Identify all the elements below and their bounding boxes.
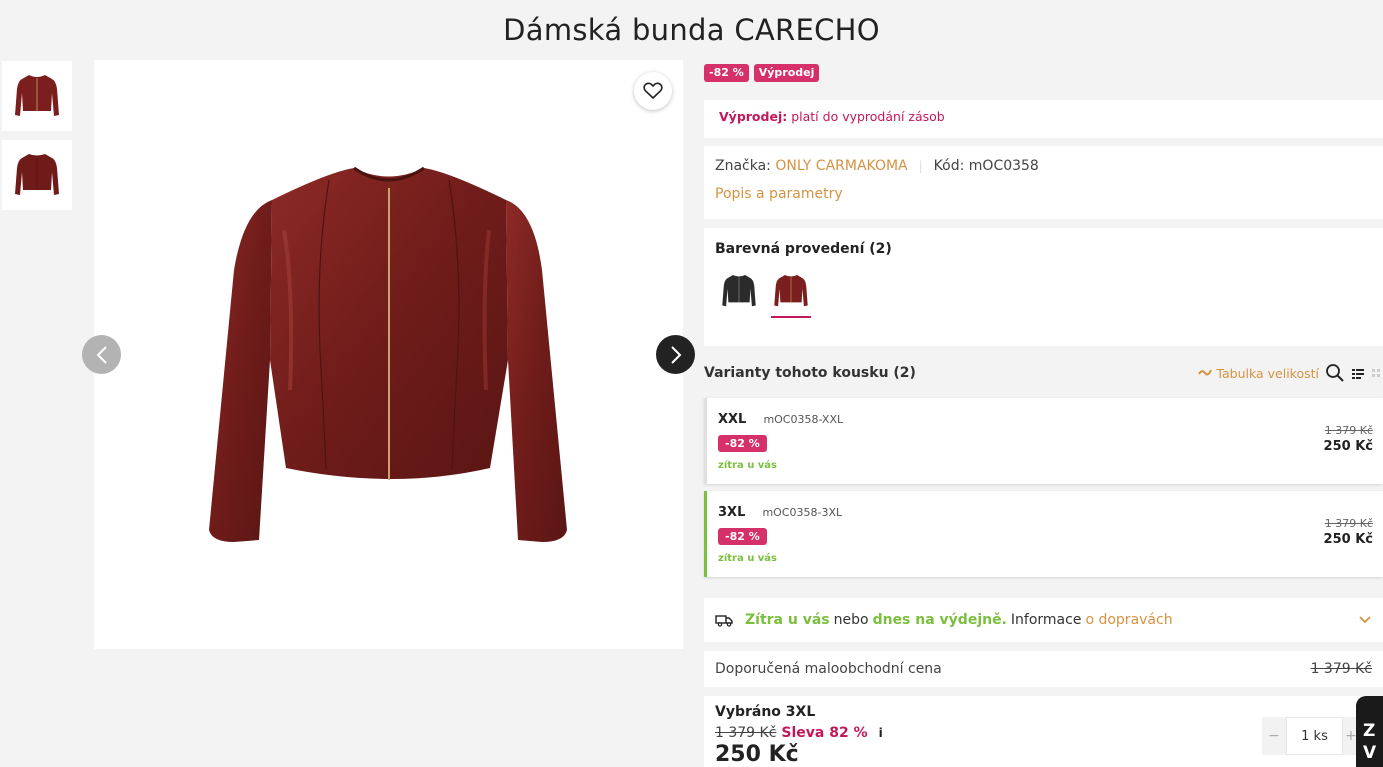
thumbnail-back[interactable] (2, 140, 72, 210)
red-leather-jacket-image (209, 166, 567, 542)
gallery-next-button[interactable] (656, 335, 695, 374)
selected-discount: Sleva 82 % (781, 725, 868, 741)
delivery-or: nebo (833, 612, 869, 628)
brand-link[interactable]: ONLY CARMAKOMA (775, 158, 907, 174)
chat-widget-button[interactable]: Z V (1356, 696, 1383, 767)
variant-size: 3XL (718, 505, 746, 520)
color-swatch-black[interactable] (719, 272, 759, 318)
brand-label: Značka: (715, 158, 771, 174)
size-table-label: Tabulka velikostí (1216, 365, 1319, 381)
delivery-tomorrow: Zítra u vás (745, 612, 830, 628)
discount-badge: -82 % (704, 64, 749, 82)
rrp-value: 1 379 Kč (1310, 661, 1372, 677)
list-view-icon[interactable] (1351, 366, 1365, 380)
selected-old-price: 1 379 Kč (715, 725, 777, 741)
delivery-today-pickup: dnes na výdejně. (872, 612, 1007, 628)
delivery-info[interactable]: Zítra u vás nebo dnes na výdejně. Inform… (704, 598, 1383, 642)
variant-code: mOC0358-XXL (763, 413, 844, 426)
gallery-prev-button[interactable] (82, 335, 121, 374)
product-badges: -82 % Výprodej (704, 64, 820, 82)
heart-icon (643, 82, 663, 100)
brand-info: Značka: ONLY CARMAKOMA | Kód: mOC0358 Po… (704, 146, 1383, 219)
color-variants-title: Barevná provedení (2) (715, 241, 892, 257)
variant-old-price: 1 379 Kč (1324, 517, 1373, 530)
recommended-retail-price: Doporučená maloobchodní cena 1 379 Kč (704, 651, 1383, 687)
rrp-label: Doporučená maloobchodní cena (715, 661, 942, 677)
chat-widget-label: Z V (1363, 721, 1377, 763)
jacket-thumbnail-back-image (15, 154, 59, 195)
variant-discount-badge: -82 % (718, 528, 767, 545)
search-icon[interactable] (1325, 363, 1345, 383)
variant-old-price: 1 379 Kč (1324, 424, 1373, 437)
variants-title: Varianty tohoto kousku (2) (704, 365, 916, 381)
info-icon[interactable]: i (879, 726, 883, 740)
variants-header: Varianty tohoto kousku (2) Tabulka velik… (704, 363, 1383, 383)
grid-view-icon[interactable] (1371, 366, 1383, 380)
measuring-tape-icon (1198, 369, 1213, 376)
sale-notice-label: Výprodej: (719, 109, 788, 124)
variant-size: XXL (718, 412, 747, 427)
variant-price: 250 Kč (1323, 532, 1373, 547)
jacket-thumbnail-image (15, 75, 59, 116)
sale-notice: Výprodej: platí do vyprodání zásob (704, 100, 1383, 138)
sale-badge: Výprodej (753, 64, 820, 82)
variant-row-3xl[interactable]: 3XL mOC0358-3XL -82 % zítra u vás 1 379 … (704, 491, 1383, 577)
quantity-decrease-button[interactable]: − (1262, 717, 1286, 755)
color-swatch-red[interactable] (771, 272, 811, 318)
variant-row-xxl[interactable]: XXL mOC0358-XXL -82 % zítra u vás 1 379 … (704, 398, 1383, 484)
sale-notice-text: platí do vyprodání zásob (791, 109, 945, 124)
separator: | (918, 159, 923, 173)
code-label: Kód: (933, 158, 965, 174)
delivery-info-label: Informace (1010, 612, 1082, 628)
page-title: Dámská bunda CARECHO (503, 13, 880, 47)
product-code: mOC0358 (968, 158, 1039, 174)
chevron-right-icon (670, 345, 681, 364)
quantity-stepper: − + (1262, 717, 1359, 755)
quantity-input[interactable] (1286, 717, 1343, 755)
chevron-down-icon (1359, 616, 1371, 624)
red-jacket-swatch-image (774, 275, 808, 307)
delivery-truck-icon (715, 615, 733, 627)
variant-availability: zítra u vás (718, 553, 778, 564)
main-product-image (94, 60, 683, 649)
variant-availability: zítra u vás (718, 460, 778, 471)
favorite-button[interactable] (634, 72, 672, 110)
thumbnail-front[interactable] (2, 61, 72, 131)
black-jacket-swatch-image (722, 275, 756, 307)
size-table-link[interactable]: Tabulka velikostí (1198, 366, 1319, 381)
variant-price: 250 Kč (1323, 439, 1373, 454)
color-variants: Barevná provedení (2) (704, 228, 1383, 346)
delivery-link[interactable]: o dopravách (1085, 612, 1172, 628)
variant-code: mOC0358-3XL (762, 506, 843, 519)
variant-discount-badge: -82 % (718, 435, 767, 452)
description-link[interactable]: Popis a parametry (715, 186, 1372, 202)
chevron-left-icon (96, 345, 107, 364)
